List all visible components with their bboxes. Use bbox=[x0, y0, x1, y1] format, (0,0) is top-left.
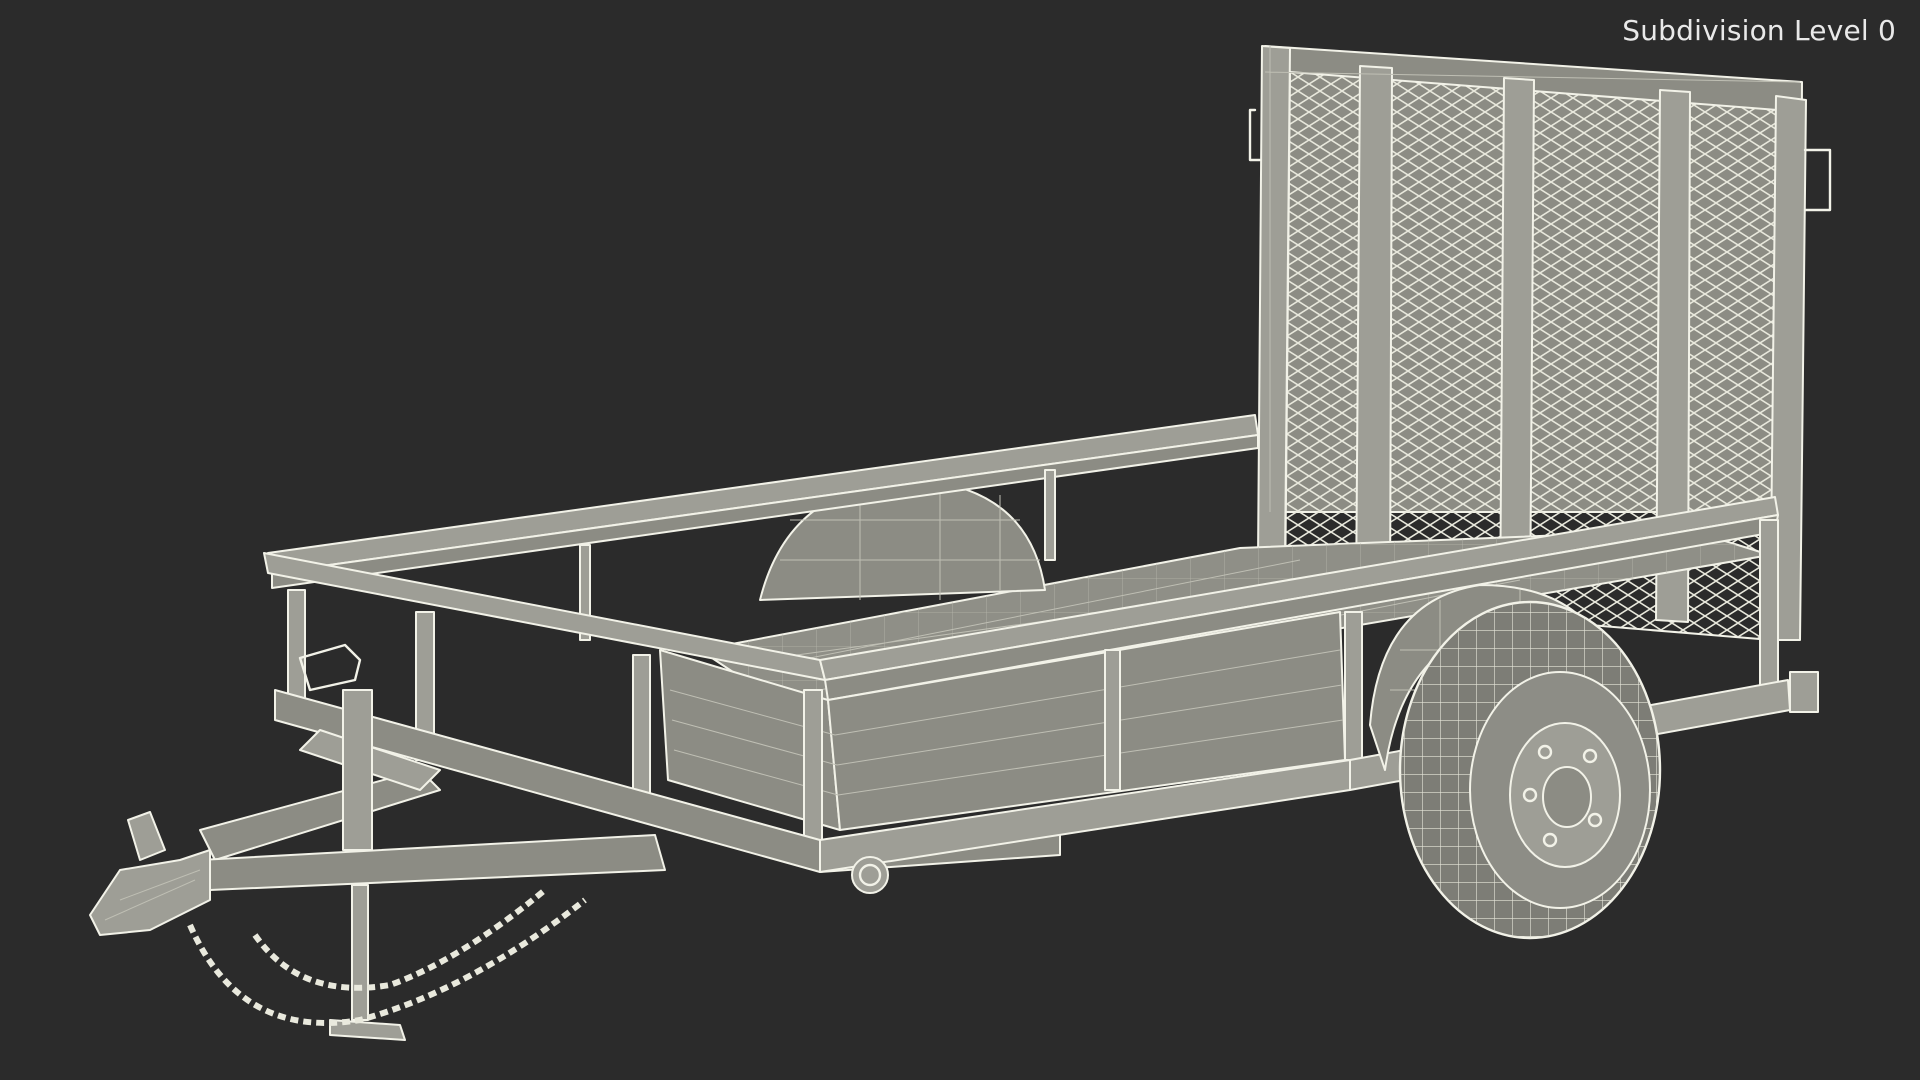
coupler bbox=[89, 811, 211, 936]
trailer-wireframe-model bbox=[89, 45, 1832, 1041]
subdivision-level-label: Subdivision Level 0 bbox=[1622, 14, 1896, 47]
3d-viewport[interactable]: Subdivision Level 0 bbox=[0, 0, 1920, 1080]
wheel bbox=[1398, 600, 1662, 940]
safety-chains bbox=[187, 887, 587, 1026]
